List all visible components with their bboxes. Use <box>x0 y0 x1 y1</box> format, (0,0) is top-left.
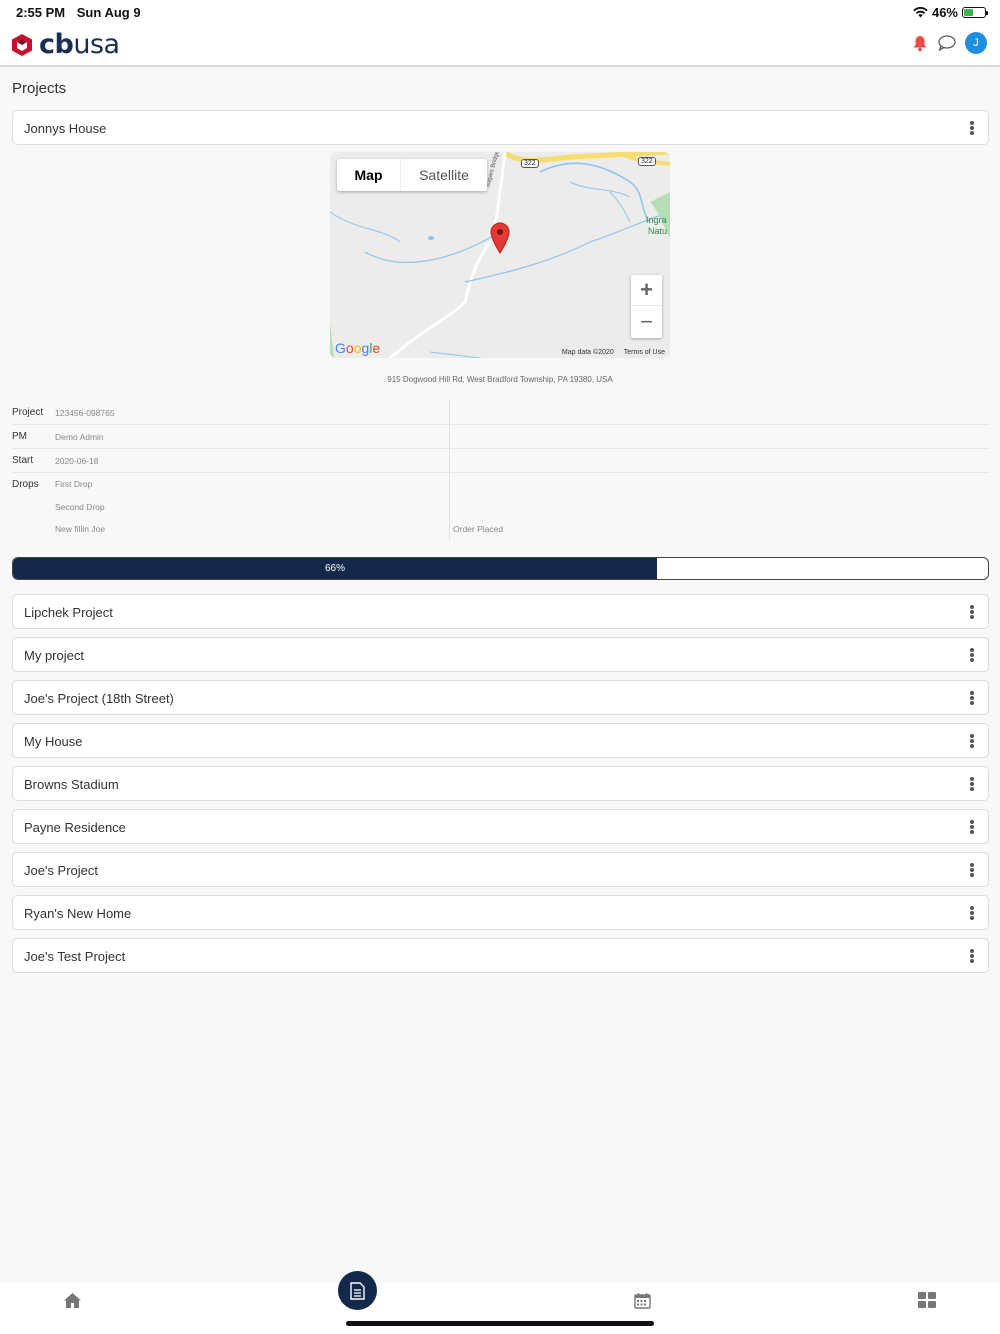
satellite-view-button[interactable]: Satellite <box>401 159 487 191</box>
status-left: 2:55 PM Sun Aug 9 <box>16 5 141 20</box>
project-name: Browns Stadium <box>24 777 119 792</box>
more-options-icon[interactable] <box>970 734 974 748</box>
project-name: My project <box>24 648 84 663</box>
project-row-expanded[interactable]: Jonnys House <box>12 110 989 145</box>
map-view-button[interactable]: Map <box>337 159 401 191</box>
detail-value: 123456-098765 <box>55 408 115 418</box>
more-options-icon[interactable] <box>970 648 974 662</box>
poi-label: Natu <box>648 226 668 236</box>
google-logo[interactable]: Google <box>335 340 380 356</box>
more-options-icon[interactable] <box>970 121 974 135</box>
row-divider <box>12 448 989 449</box>
project-row[interactable]: Ryan's New Home <box>12 895 989 930</box>
map-type-toggle: Map Satellite <box>337 159 487 191</box>
status-date: Sun Aug 9 <box>76 5 141 20</box>
project-row[interactable]: Joe's Test Project <box>12 938 989 973</box>
more-options-icon[interactable] <box>970 605 974 619</box>
location-pin-icon[interactable] <box>490 222 510 254</box>
grid-icon[interactable] <box>918 1292 936 1308</box>
project-name: Joe's Project <box>24 863 99 878</box>
brand-logo[interactable]: cbusa <box>11 29 120 60</box>
poi-label: Ingra <box>646 215 667 225</box>
drop-status: Order Placed <box>453 524 504 534</box>
detail-value: 2020-06-18 <box>55 456 99 466</box>
project-row[interactable]: Browns Stadium <box>12 766 989 801</box>
status-bar: 2:55 PM Sun Aug 9 46% <box>0 0 1000 24</box>
project-map[interactable]: 322 322 Sugars Bridge Rd Ingra Natu Map … <box>330 152 670 358</box>
detail-label: Project <box>12 407 44 418</box>
project-row[interactable]: Payne Residence <box>12 809 989 844</box>
map-data-text: Map data ©2020 <box>561 349 614 356</box>
row-divider <box>12 472 989 473</box>
more-options-icon[interactable] <box>970 820 974 834</box>
home-indicator <box>346 1321 654 1326</box>
project-name: Lipchek Project <box>24 605 113 620</box>
more-options-icon[interactable] <box>970 949 974 963</box>
detail-label: Drops <box>12 479 39 490</box>
project-name: Ryan's New Home <box>24 906 132 921</box>
page-title: Projects <box>12 80 67 97</box>
status-time: 2:55 PM <box>16 5 66 20</box>
battery-fill <box>964 9 974 16</box>
chat-icon[interactable] <box>937 34 957 52</box>
project-address: 915 Dogwood Hill Rd, West Bradford Towns… <box>387 375 613 384</box>
project-row[interactable]: My project <box>12 637 989 672</box>
battery-icon <box>962 7 988 18</box>
app-header: cbusa J <box>0 24 1000 67</box>
project-name: Payne Residence <box>24 820 126 835</box>
detail-label: Start <box>12 455 34 466</box>
route-badge: 322 <box>638 157 656 166</box>
bottom-nav <box>0 1283 1000 1334</box>
row-divider <box>12 424 989 425</box>
project-progress-bar: 66% <box>12 557 989 580</box>
calendar-icon[interactable] <box>634 1292 651 1309</box>
detail-value: Demo Admin <box>55 432 104 442</box>
battery-percent: 46% <box>931 5 958 20</box>
column-divider <box>449 400 450 540</box>
map-attribution: Map data ©2020 Terms of Use <box>562 349 665 356</box>
project-row[interactable]: Joe's Project <box>12 852 989 887</box>
wifi-icon <box>913 7 928 18</box>
project-name: Joe's Test Project <box>24 949 126 964</box>
route-badge: 322 <box>521 159 539 168</box>
document-icon <box>350 1281 365 1300</box>
home-icon[interactable] <box>63 1292 82 1309</box>
project-name: Jonnys House <box>24 121 107 136</box>
brand-wordmark: cbusa <box>39 29 120 60</box>
detail-label: PM <box>12 431 27 442</box>
avatar[interactable]: J <box>965 32 987 54</box>
zoom-in-button[interactable]: + <box>631 275 662 306</box>
zoom-controls: + − <box>631 275 662 338</box>
status-right: 46% <box>913 5 988 20</box>
drop-item[interactable]: New fillin Joe <box>55 524 105 534</box>
project-name: My House <box>24 734 83 749</box>
progress-label: 66% <box>324 563 345 574</box>
project-row[interactable]: My House <box>12 723 989 758</box>
project-name: Joe's Project (18th Street) <box>24 691 174 706</box>
zoom-out-button[interactable]: − <box>631 306 662 337</box>
bell-icon[interactable] <box>911 34 929 52</box>
project-row[interactable]: Lipchek Project <box>12 594 989 629</box>
terms-link[interactable]: Terms of Use <box>624 349 665 356</box>
project-row[interactable]: Joe's Project (18th Street) <box>12 680 989 715</box>
drop-item[interactable]: First Drop <box>55 479 92 489</box>
more-options-icon[interactable] <box>970 906 974 920</box>
drop-item[interactable]: Second Drop <box>55 502 105 512</box>
more-options-icon[interactable] <box>970 777 974 791</box>
more-options-icon[interactable] <box>970 691 974 705</box>
cube-logo-icon <box>12 33 32 56</box>
more-options-icon[interactable] <box>970 863 974 877</box>
header-actions: J <box>911 32 987 54</box>
projects-nav-button[interactable] <box>338 1271 377 1310</box>
